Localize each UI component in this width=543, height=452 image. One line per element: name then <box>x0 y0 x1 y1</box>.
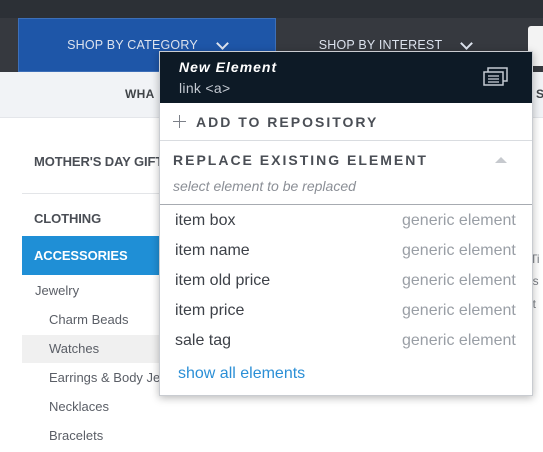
element-name: sale tag <box>175 332 232 349</box>
element-name: item name <box>175 242 250 259</box>
replace-existing-section[interactable]: REPLACE EXISTING ELEMENT select element … <box>160 141 532 205</box>
chevron-up-icon[interactable] <box>495 157 507 163</box>
chevron-down-icon <box>216 36 229 50</box>
tab-shop-by-category-label: SHOP BY CATEGORY <box>67 38 198 52</box>
popup-header: New Element link <a> <box>160 52 532 103</box>
element-type: generic element <box>402 212 516 229</box>
element-type: generic element <box>402 272 516 289</box>
top-strip <box>0 0 543 18</box>
popup-subtitle: link <a> <box>179 80 231 96</box>
element-list: item box generic element item name gener… <box>160 206 532 356</box>
chevron-down-icon <box>460 36 474 50</box>
replace-existing-heading: REPLACE EXISTING ELEMENT <box>173 152 428 168</box>
new-element-popup: New Element link <a> ADD TO REPOSITORY R… <box>159 51 533 396</box>
element-name: item old price <box>175 272 271 289</box>
list-item[interactable]: item box generic element <box>160 206 532 236</box>
replace-hint: select element to be replaced <box>173 178 356 194</box>
show-all-elements-link[interactable]: show all elements <box>178 365 305 383</box>
element-type: generic element <box>402 332 516 349</box>
list-item[interactable]: item name generic element <box>160 236 532 266</box>
sidebar-item-bracelets[interactable]: Bracelets <box>22 428 192 446</box>
element-name: item box <box>175 212 236 229</box>
list-item[interactable]: item price generic element <box>160 296 532 326</box>
element-type: generic element <box>402 302 516 319</box>
page: SHOP BY CATEGORY SHOP BY INTEREST WHA SI… <box>0 0 543 452</box>
sub-nav-link[interactable]: WHA <box>125 87 155 101</box>
sidebar-item-necklaces[interactable]: Necklaces <box>22 399 192 417</box>
sidebar-divider <box>22 193 182 194</box>
element-name: item price <box>175 302 245 319</box>
sub-nav-link-right[interactable]: SI <box>536 87 543 101</box>
list-item[interactable]: item old price generic element <box>160 266 532 296</box>
add-to-repository-button[interactable]: ADD TO REPOSITORY <box>160 103 532 141</box>
repository-icon[interactable] <box>483 67 509 87</box>
popup-title: New Element <box>179 59 278 75</box>
element-type: generic element <box>402 242 516 259</box>
list-item[interactable]: sale tag generic element <box>160 326 532 356</box>
plus-icon <box>173 115 186 128</box>
tab-shop-by-interest-label: SHOP BY INTEREST <box>318 38 443 52</box>
sidebar-item-accessories-label: ACCESSORIES <box>34 248 128 263</box>
add-to-repository-label: ADD TO REPOSITORY <box>196 113 379 130</box>
sidebar-item-accessories[interactable]: ACCESSORIES <box>22 236 162 275</box>
